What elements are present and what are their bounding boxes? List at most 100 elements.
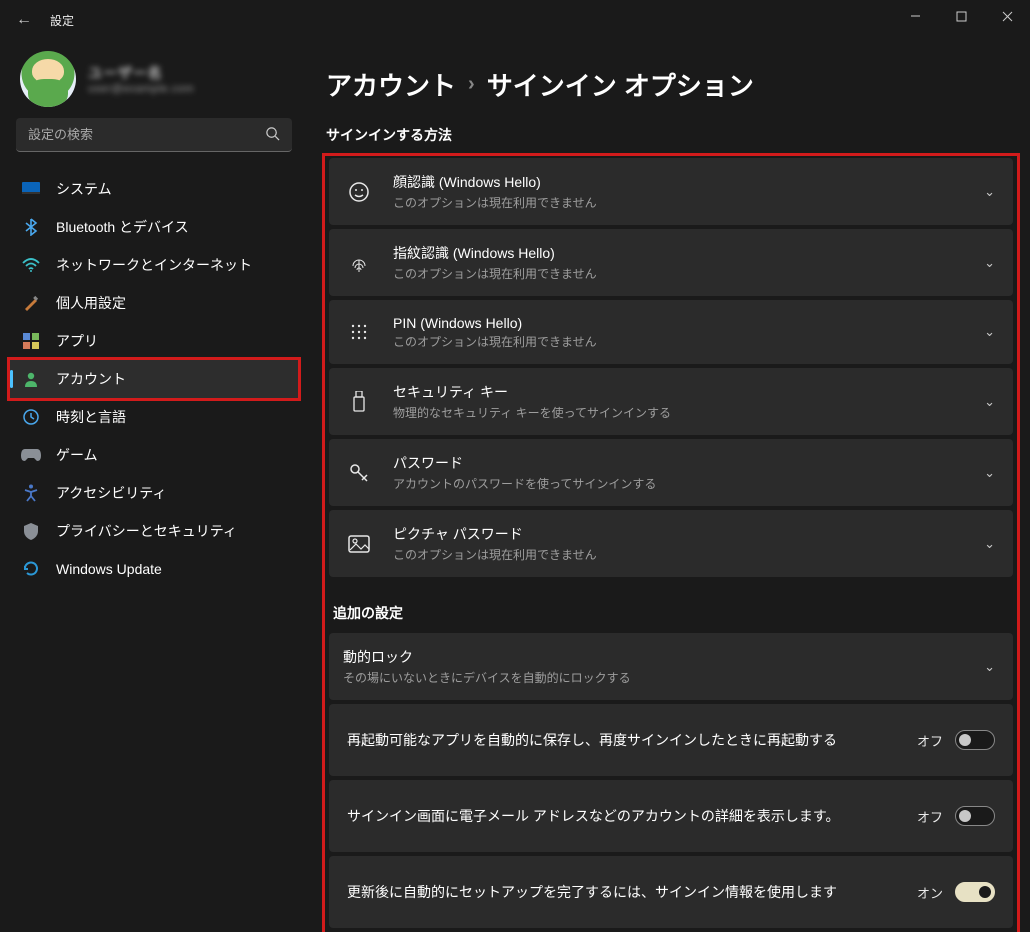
signin-pin[interactable]: PIN (Windows Hello) このオプションは現在利用できません ⌄ xyxy=(329,300,1013,364)
card-title: 動的ロック xyxy=(343,647,972,667)
sidebar-item-label: Windows Update xyxy=(56,561,162,577)
game-icon xyxy=(20,446,42,464)
chevron-down-icon: ⌄ xyxy=(984,184,995,200)
card-sub: このオプションは現在利用できません xyxy=(393,194,972,211)
close-button[interactable] xyxy=(984,0,1030,32)
chevron-down-icon: ⌄ xyxy=(984,659,995,675)
bluetooth-icon xyxy=(20,218,42,236)
toggle-switch[interactable] xyxy=(955,730,995,750)
toggle-show-email: サインイン画面に電子メール アドレスなどのアカウントの詳細を表示します。 オフ xyxy=(329,780,1013,852)
signin-password[interactable]: パスワードアカウントのパスワードを使ってサインインする ⌄ xyxy=(329,439,1013,506)
sidebar-item-label: アクセシビリティ xyxy=(56,483,166,503)
sidebar-item-label: 個人用設定 xyxy=(56,293,126,313)
face-icon xyxy=(347,180,371,204)
sidebar-item-system[interactable]: システム xyxy=(10,170,298,208)
toggle-switch[interactable] xyxy=(955,882,995,902)
card-title: PIN (Windows Hello) xyxy=(393,315,972,331)
sidebar-item-label: Bluetooth とデバイス xyxy=(56,217,189,237)
sidebar-item-label: 時刻と言語 xyxy=(56,407,126,427)
chevron-down-icon: ⌄ xyxy=(984,536,995,552)
signin-fingerprint[interactable]: 指紋認識 (Windows Hello) このオプションは現在利用できません ⌄ xyxy=(329,229,1013,296)
card-title: 顔認識 (Windows Hello) xyxy=(393,172,972,192)
sidebar-item-label: システム xyxy=(56,179,112,199)
toggle-state: オフ xyxy=(917,731,943,750)
search-wrap xyxy=(16,118,292,152)
additional-dynamic-lock[interactable]: 動的ロックその場にいないときにデバイスを自動的にロックする ⌄ xyxy=(329,633,1013,700)
sidebar-item-label: ゲーム xyxy=(56,445,98,465)
card-sub: このオプションは現在利用できません xyxy=(393,546,972,563)
section-title-signin: サインインする方法 xyxy=(326,125,1020,145)
time-icon xyxy=(20,408,42,426)
signin-security-key[interactable]: セキュリティ キー物理的なセキュリティ キーを使ってサインインする ⌄ xyxy=(329,368,1013,435)
highlight-box: 顔認識 (Windows Hello) このオプションは現在利用できません ⌄ 指… xyxy=(322,153,1020,932)
personalize-icon xyxy=(20,294,42,312)
card-title: セキュリティ キー xyxy=(393,382,972,402)
maximize-button[interactable] xyxy=(938,0,984,32)
accessibility-icon xyxy=(20,484,42,502)
usb-icon xyxy=(347,390,371,414)
sidebar-item-apps[interactable]: アプリ xyxy=(10,322,298,360)
nav-list: システム Bluetooth とデバイス ネットワークとインターネット 個人用設… xyxy=(6,166,302,592)
profile-text: ユーザー名 user@example.com xyxy=(88,63,194,95)
card-sub: 物理的なセキュリティ キーを使ってサインインする xyxy=(393,404,972,421)
fingerprint-icon xyxy=(347,251,371,275)
profile-block[interactable]: ユーザー名 user@example.com xyxy=(6,40,302,118)
chevron-down-icon: ⌄ xyxy=(984,255,995,271)
sidebar-item-personalization[interactable]: 個人用設定 xyxy=(10,284,298,322)
signin-face[interactable]: 顔認識 (Windows Hello) このオプションは現在利用できません ⌄ xyxy=(329,158,1013,225)
main-panel: アカウント › サインイン オプション サインインする方法 顔認識 (Windo… xyxy=(308,40,1030,932)
account-icon xyxy=(20,370,42,388)
toggle-restart-apps: 再起動可能なアプリを自動的に保存し、再度サインインしたときに再起動する オフ xyxy=(329,704,1013,776)
sidebar-item-time[interactable]: 時刻と言語 xyxy=(10,398,298,436)
sidebar-item-label: ネットワークとインターネット xyxy=(56,255,252,275)
sidebar-item-gaming[interactable]: ゲーム xyxy=(10,436,298,474)
title-bar: ← 設定 xyxy=(0,0,1030,40)
sidebar-item-update[interactable]: Windows Update xyxy=(10,550,298,588)
toggle-label: サインイン画面に電子メール アドレスなどのアカウントの詳細を表示します。 xyxy=(347,806,917,826)
apps-icon xyxy=(20,332,42,350)
privacy-icon xyxy=(20,522,42,540)
system-icon xyxy=(20,180,42,198)
breadcrumb-current: サインイン オプション xyxy=(487,66,754,103)
card-title: パスワード xyxy=(393,453,972,473)
card-sub: その場にいないときにデバイスを自動的にロックする xyxy=(343,669,972,686)
card-sub: アカウントのパスワードを使ってサインインする xyxy=(393,475,972,492)
search-input[interactable] xyxy=(16,118,292,152)
toggle-state: オフ xyxy=(917,807,943,826)
card-title: ピクチャ パスワード xyxy=(393,524,972,544)
window-controls xyxy=(892,0,1030,32)
sidebar: ユーザー名 user@example.com システム Bluetooth とデ… xyxy=(0,40,308,932)
signin-picture-password[interactable]: ピクチャ パスワードこのオプションは現在利用できません ⌄ xyxy=(329,510,1013,577)
pin-icon xyxy=(347,320,371,344)
toggle-label: 更新後に自動的にセットアップを完了するには、サインイン情報を使用します xyxy=(347,882,917,902)
card-sub: このオプションは現在利用できません xyxy=(393,265,972,282)
sidebar-item-accounts[interactable]: アカウント xyxy=(10,360,298,398)
profile-name: ユーザー名 xyxy=(88,63,194,83)
avatar xyxy=(20,51,76,107)
sidebar-item-privacy[interactable]: プライバシーとセキュリティ xyxy=(10,512,298,550)
toggle-state: オン xyxy=(917,883,943,902)
breadcrumb-parent[interactable]: アカウント xyxy=(326,66,456,103)
card-title: 指紋認識 (Windows Hello) xyxy=(393,243,972,263)
window-title: 設定 xyxy=(50,12,74,29)
sidebar-item-label: プライバシーとセキュリティ xyxy=(56,521,237,541)
sidebar-item-network[interactable]: ネットワークとインターネット xyxy=(10,246,298,284)
key-icon xyxy=(347,461,371,485)
sidebar-item-label: アカウント xyxy=(56,369,126,389)
chevron-down-icon: ⌄ xyxy=(984,465,995,481)
sidebar-item-bluetooth[interactable]: Bluetooth とデバイス xyxy=(10,208,298,246)
minimize-button[interactable] xyxy=(892,0,938,32)
card-sub: このオプションは現在利用できません xyxy=(393,333,972,350)
chevron-down-icon: ⌄ xyxy=(984,324,995,340)
chevron-down-icon: ⌄ xyxy=(984,394,995,410)
update-icon xyxy=(20,560,42,578)
profile-email: user@example.com xyxy=(88,83,194,95)
network-icon xyxy=(20,256,42,274)
toggle-label: 再起動可能なアプリを自動的に保存し、再度サインインしたときに再起動する xyxy=(347,730,917,750)
back-button[interactable]: ← xyxy=(8,11,40,29)
sidebar-item-accessibility[interactable]: アクセシビリティ xyxy=(10,474,298,512)
toggle-switch[interactable] xyxy=(955,806,995,826)
toggle-use-signin-after-update: 更新後に自動的にセットアップを完了するには、サインイン情報を使用します オン xyxy=(329,856,1013,928)
section-title-additional: 追加の設定 xyxy=(333,603,1013,623)
search-icon xyxy=(265,126,280,141)
